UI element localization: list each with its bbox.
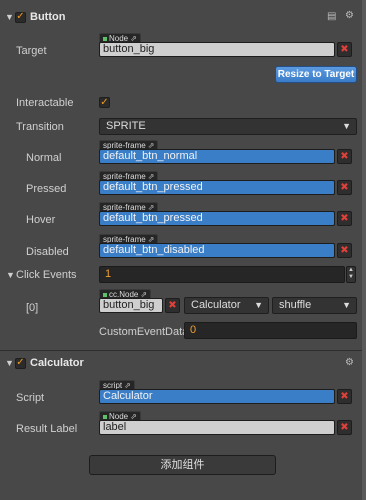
- normal-sprite-field[interactable]: default_btn_normal: [99, 149, 335, 164]
- calculator-enabled-checkbox[interactable]: ✓: [15, 357, 26, 369]
- calculator-component-title: Calculator: [30, 357, 84, 369]
- collapse-chevron-icon[interactable]: ▼: [5, 12, 15, 22]
- dropdown-arrow-icon: ▼: [342, 300, 351, 310]
- normal-label: Normal: [26, 152, 62, 164]
- gear-icon[interactable]: ⚙: [345, 357, 354, 368]
- dropdown-arrow-icon: ▼: [254, 300, 263, 310]
- target-field[interactable]: button_big: [99, 42, 335, 57]
- pressed-sprite-field[interactable]: default_btn_pressed: [99, 180, 335, 195]
- pressed-label: Pressed: [26, 183, 67, 195]
- target-clear-button[interactable]: ✖: [337, 42, 352, 57]
- calculator-component-header[interactable]: ▼ ✓ Calculator: [0, 352, 360, 374]
- disabled-sprite-field[interactable]: default_btn_disabled: [99, 243, 335, 258]
- event-handler-select[interactable]: shuffle ▼: [272, 297, 357, 314]
- collapse-chevron-icon[interactable]: ▼: [5, 358, 15, 368]
- hover-label: Hover: [26, 214, 56, 226]
- node-dot-icon: [103, 414, 107, 419]
- section-divider: [0, 350, 362, 351]
- add-component-button[interactable]: 添加组件: [89, 455, 276, 475]
- click-events-chevron-icon[interactable]: ▼: [6, 270, 15, 280]
- script-clear-button[interactable]: ✖: [337, 389, 352, 404]
- node-dot-icon: [103, 36, 107, 41]
- hover-sprite-field[interactable]: default_btn_pressed: [99, 211, 335, 226]
- gear-icon[interactable]: ⚙: [345, 10, 354, 21]
- event-target-field[interactable]: button_big: [99, 298, 163, 313]
- disabled-label: Disabled: [26, 246, 69, 258]
- event-index-label: [0]: [26, 302, 39, 314]
- hover-clear-button[interactable]: ✖: [337, 211, 352, 226]
- button-component-header[interactable]: ▼ ✓ Button: [0, 6, 360, 28]
- interactable-checkbox[interactable]: ✓: [99, 97, 110, 108]
- resize-to-target-button[interactable]: Resize to Target: [275, 66, 357, 83]
- result-label-field[interactable]: label: [99, 420, 335, 435]
- transition-label: Transition: [16, 121, 64, 133]
- result-label-clear-button[interactable]: ✖: [337, 420, 352, 435]
- click-events-label: Click Events: [16, 269, 77, 281]
- node-dot-icon: [103, 292, 107, 297]
- target-label: Target: [16, 45, 47, 57]
- result-label-label: Result Label: [16, 423, 78, 435]
- click-events-count-input[interactable]: 1: [99, 266, 345, 283]
- interactable-label: Interactable: [16, 97, 74, 109]
- scrollbar-thumb[interactable]: [362, 0, 366, 500]
- custom-event-data-input[interactable]: 0: [184, 322, 357, 339]
- event-component-select[interactable]: Calculator ▼: [184, 297, 269, 314]
- normal-clear-button[interactable]: ✖: [337, 149, 352, 164]
- custom-event-data-label: CustomEventData: [99, 326, 189, 338]
- button-enabled-checkbox[interactable]: ✓: [15, 11, 26, 23]
- disabled-clear-button[interactable]: ✖: [337, 243, 352, 258]
- help-book-icon[interactable]: ▤: [327, 11, 336, 22]
- event-target-clear-button[interactable]: ✖: [165, 298, 180, 313]
- pressed-clear-button[interactable]: ✖: [337, 180, 352, 195]
- transition-select[interactable]: SPRITE ▼: [99, 118, 357, 135]
- script-label: Script: [16, 392, 45, 404]
- dropdown-arrow-icon: ▼: [342, 121, 351, 131]
- count-spinner[interactable]: ▲ ▼: [346, 266, 356, 283]
- button-component-title: Button: [30, 11, 66, 23]
- script-field[interactable]: Calculator: [99, 389, 335, 404]
